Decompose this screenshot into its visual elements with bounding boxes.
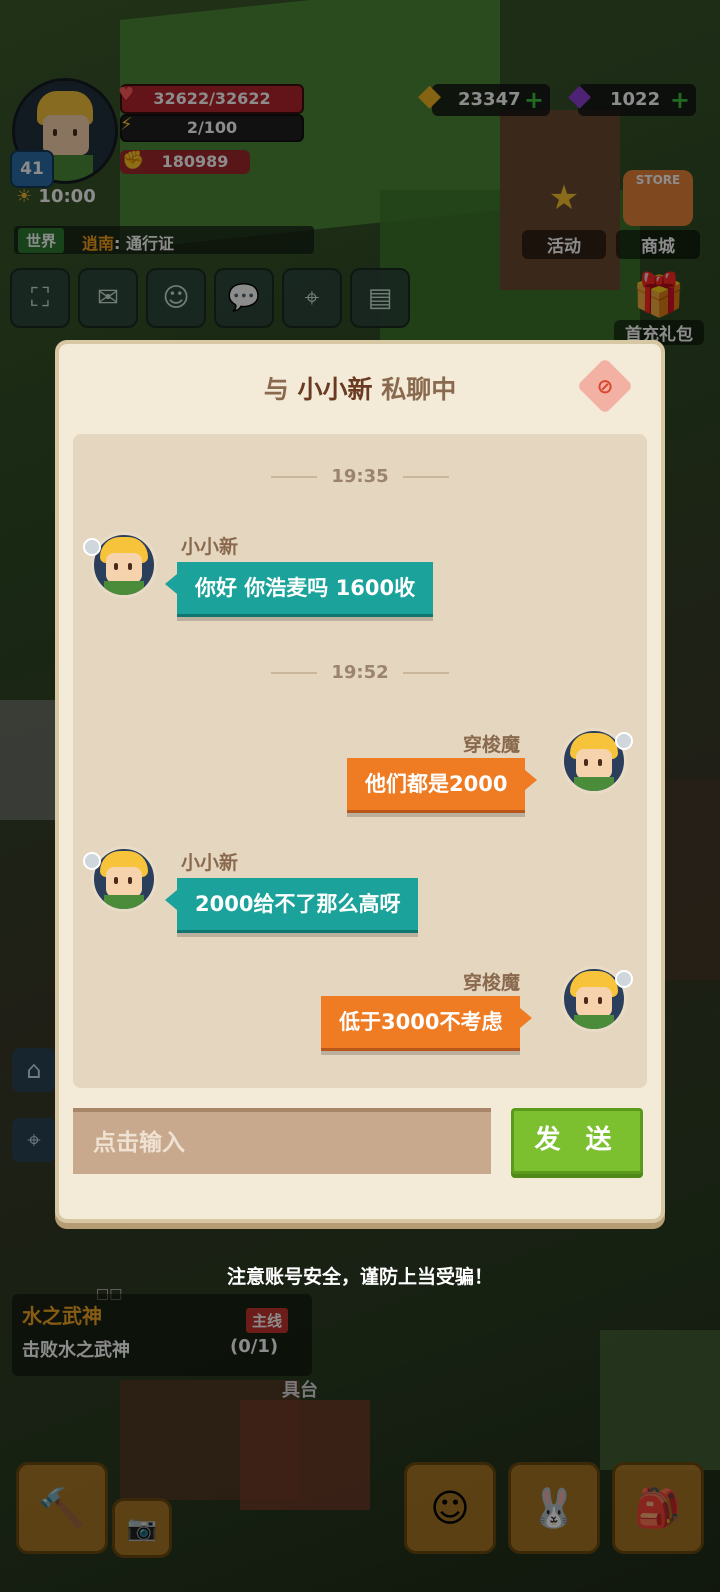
title-suffix: 私聊中 [372, 375, 457, 404]
dialog-title: 与 小小新 私聊中 [59, 370, 661, 406]
sender-name: 小小新 [181, 536, 239, 558]
chat-bubble-sent: 他们都是2000 [347, 758, 538, 813]
block-icon: ⊘ [596, 374, 614, 398]
send-button[interactable]: 发 送 [511, 1108, 643, 1174]
mouse-badge-icon [615, 970, 633, 988]
mouse-badge-icon [83, 538, 101, 556]
mouse-badge-icon [83, 852, 101, 870]
sender-name: 小小新 [181, 852, 239, 874]
timestamp-divider: 19:35 [73, 466, 647, 487]
message-input[interactable]: 点击输入 [73, 1108, 491, 1174]
chat-bubble-received: 你好 你浩麦吗 1600收 [164, 562, 434, 617]
chat-message-list[interactable]: 19:35 小小新 你好 你浩麦吗 1600收 19:52 穿梭魔 他们都是20… [73, 434, 647, 1088]
title-partner-name: 小小新 [297, 375, 373, 404]
chat-bubble-received: 2000给不了那么高呀 [164, 878, 419, 933]
mouse-badge-icon [615, 732, 633, 750]
title-prefix: 与 [263, 375, 298, 404]
sender-avatar[interactable] [91, 846, 157, 912]
timestamp-divider: 19:52 [73, 662, 647, 683]
sender-name: 穿梭魔 [463, 734, 521, 756]
sender-name: 穿梭魔 [463, 972, 521, 994]
security-warning: 注意账号安全，谨防上当受骗！ [226, 1266, 493, 1288]
chat-bubble-sent: 低于3000不考虑 [321, 996, 533, 1051]
private-chat-dialog: 与 小小新 私聊中 ⊘ 19:35 小小新 你好 你浩麦吗 1600收 19:5… [55, 340, 665, 1223]
sender-avatar[interactable] [91, 532, 157, 598]
